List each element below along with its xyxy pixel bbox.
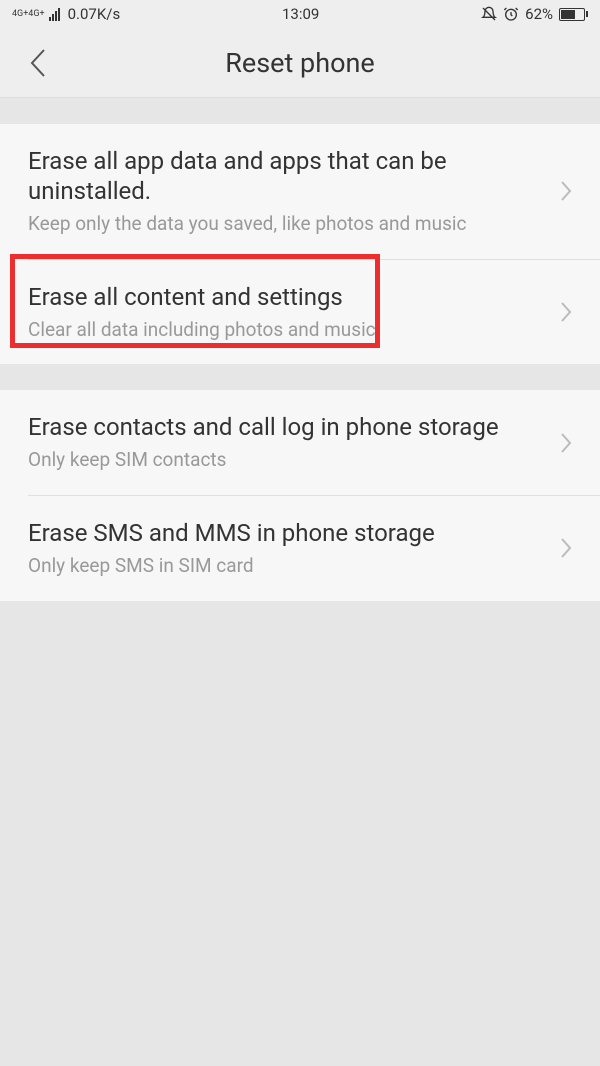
section-erase-options: Erase all app data and apps that can be …	[0, 124, 600, 364]
section-gap	[0, 98, 600, 124]
alarm-icon	[503, 6, 519, 22]
list-item-content: Erase all app data and apps that can be …	[28, 146, 560, 237]
network-speed: 0.07K/s	[68, 5, 121, 23]
list-item-subtitle: Only keep SMS in SIM card	[28, 554, 540, 579]
chevron-right-icon	[560, 537, 572, 559]
back-button[interactable]	[18, 43, 58, 83]
status-time: 13:09	[282, 5, 319, 23]
chevron-right-icon	[560, 301, 572, 323]
list-item-subtitle: Keep only the data you saved, like photo…	[28, 212, 540, 237]
battery-percent: 62%	[525, 5, 553, 23]
erase-app-data-item[interactable]: Erase all app data and apps that can be …	[0, 124, 600, 259]
dnd-icon	[481, 6, 497, 22]
status-right: 62%	[481, 5, 588, 23]
erase-contacts-item[interactable]: Erase contacts and call log in phone sto…	[0, 390, 600, 495]
chevron-left-icon	[29, 47, 47, 79]
erase-all-content-item[interactable]: Erase all content and settings Clear all…	[0, 260, 600, 365]
signal-bars-icon	[49, 7, 60, 21]
list-item-content: Erase contacts and call log in phone sto…	[28, 412, 560, 473]
header: Reset phone	[0, 28, 600, 98]
chevron-right-icon	[560, 180, 572, 202]
section-erase-storage: Erase contacts and call log in phone sto…	[0, 390, 600, 600]
status-left: 4G+4G+ 0.07K/s	[12, 5, 120, 23]
section-gap	[0, 364, 600, 390]
page-title: Reset phone	[0, 47, 600, 79]
list-item-title: Erase SMS and MMS in phone storage	[28, 518, 540, 548]
list-item-subtitle: Only keep SIM contacts	[28, 448, 540, 473]
list-item-title: Erase contacts and call log in phone sto…	[28, 412, 540, 442]
list-item-content: Erase SMS and MMS in phone storage Only …	[28, 518, 560, 579]
network-indicator: 4G+4G+	[12, 10, 45, 19]
list-item-content: Erase all content and settings Clear all…	[28, 282, 560, 343]
status-bar: 4G+4G+ 0.07K/s 13:09 62%	[0, 0, 600, 28]
network-type-label: 4G+4G+	[12, 10, 45, 19]
list-item-title: Erase all app data and apps that can be …	[28, 146, 540, 206]
battery-icon	[559, 8, 588, 21]
chevron-right-icon	[560, 432, 572, 454]
list-item-subtitle: Clear all data including photos and musi…	[28, 318, 540, 343]
list-item-title: Erase all content and settings	[28, 282, 540, 312]
erase-sms-item[interactable]: Erase SMS and MMS in phone storage Only …	[0, 496, 600, 601]
